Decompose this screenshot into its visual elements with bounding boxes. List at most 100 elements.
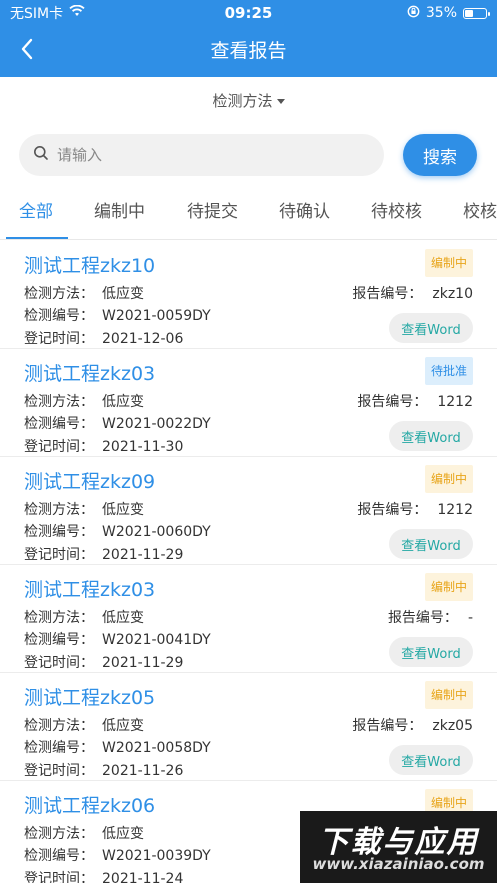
code-value: W2021-0039DY bbox=[102, 848, 211, 864]
date-row: 登记时间： 2021-11-24 bbox=[24, 868, 183, 883]
method-value: 低应变 bbox=[102, 394, 144, 410]
status-badge: 编制中 bbox=[424, 249, 473, 277]
status-badge: 编制中 bbox=[424, 681, 473, 709]
tab-all[interactable]: 全部 bbox=[19, 190, 53, 239]
watermark-url: www.xiazainiao.com bbox=[312, 855, 485, 873]
date-label: 登记时间： bbox=[24, 655, 94, 671]
clock: 09:25 bbox=[224, 4, 273, 22]
report-number-row: 报告编号： 1212 bbox=[357, 391, 473, 411]
date-row: 登记时间： 2021-11-29 bbox=[24, 652, 183, 672]
search-button[interactable]: 搜索 bbox=[403, 134, 477, 176]
date-value: 2021-12-06 bbox=[102, 331, 184, 347]
date-row: 登记时间： 2021-11-26 bbox=[24, 760, 183, 780]
code-row: 检测编号： W2021-0039DY bbox=[24, 845, 211, 865]
view-word-button[interactable]: 查看Word bbox=[389, 313, 473, 343]
search-icon bbox=[33, 145, 49, 165]
method-label: 检测方法： bbox=[24, 610, 94, 626]
search-box bbox=[19, 134, 384, 176]
date-label: 登记时间： bbox=[24, 763, 94, 779]
date-label: 登记时间： bbox=[24, 439, 94, 455]
report-title: 测试工程zkz03 bbox=[24, 363, 156, 385]
report-number-label: 报告编号： bbox=[352, 718, 423, 734]
view-word-button[interactable]: 查看Word bbox=[389, 421, 473, 451]
report-card[interactable]: 测试工程zkz05 编制中 检测方法： 低应变 报告编号： zkz05 检测编号： W… bbox=[0, 673, 497, 781]
method-row: 检测方法： 低应变 bbox=[24, 607, 144, 627]
method-label: 检测方法： bbox=[24, 286, 94, 302]
tab-check[interactable]: 校核 bbox=[463, 190, 497, 239]
date-value: 2021-11-30 bbox=[102, 439, 184, 455]
method-label: 检测方法： bbox=[24, 502, 94, 518]
tab-editing[interactable]: 编制中 bbox=[94, 190, 145, 239]
tab-pending-check[interactable]: 待校核 bbox=[371, 190, 422, 239]
code-row: 检测编号： W2021-0022DY bbox=[24, 413, 211, 433]
code-label: 检测编号： bbox=[24, 740, 94, 756]
status-badge: 编制中 bbox=[424, 465, 473, 493]
report-card[interactable]: 测试工程zkz09 编制中 检测方法： 低应变 报告编号： 1212 检测编号： W2… bbox=[0, 457, 497, 565]
report-title: 测试工程zkz03 bbox=[24, 579, 156, 601]
method-filter-dropdown[interactable]: 检测方法 bbox=[0, 77, 497, 123]
code-value: W2021-0060DY bbox=[102, 524, 211, 540]
report-card[interactable]: 测试工程zkz03 待批准 检测方法： 低应变 报告编号： 1212 检测编号： W2… bbox=[0, 349, 497, 457]
report-card[interactable]: 测试工程zkz03 编制中 检测方法： 低应变 报告编号： - 检测编号： W2021… bbox=[0, 565, 497, 673]
code-row: 检测编号： W2021-0060DY bbox=[24, 521, 211, 541]
method-row: 检测方法： 低应变 bbox=[24, 391, 144, 411]
method-label: 检测方法： bbox=[24, 826, 94, 842]
report-number-row: 报告编号： - bbox=[388, 607, 473, 627]
status-badge: 待批准 bbox=[424, 357, 473, 385]
date-label: 登记时间： bbox=[24, 547, 94, 563]
active-tab-indicator bbox=[6, 237, 68, 239]
report-number-label: 报告编号： bbox=[357, 502, 428, 518]
date-row: 登记时间： 2021-11-29 bbox=[24, 544, 183, 564]
code-label: 检测编号： bbox=[24, 524, 94, 540]
report-list: 测试工程zkz10 编制中 检测方法： 低应变 报告编号： zkz10 检测编号： W… bbox=[0, 241, 497, 883]
method-row: 检测方法： 低应变 bbox=[24, 283, 144, 303]
date-value: 2021-11-29 bbox=[102, 655, 184, 671]
search-input[interactable] bbox=[57, 146, 357, 164]
status-tabs: 全部 编制中 待提交 待确认 待校核 校核 bbox=[0, 190, 497, 240]
view-word-button[interactable]: 查看Word bbox=[389, 637, 473, 667]
code-label: 检测编号： bbox=[24, 848, 94, 864]
date-value: 2021-11-26 bbox=[102, 763, 184, 779]
status-bar: 无SIM卡 09:25 35% bbox=[0, 0, 497, 26]
method-value: 低应变 bbox=[102, 286, 144, 302]
method-row: 检测方法： 低应变 bbox=[24, 499, 144, 519]
code-label: 检测编号： bbox=[24, 308, 94, 324]
report-number-label: 报告编号： bbox=[352, 286, 423, 302]
battery-icon bbox=[463, 7, 490, 19]
report-card[interactable]: 测试工程zkz10 编制中 检测方法： 低应变 报告编号： zkz10 检测编号： W… bbox=[0, 241, 497, 349]
date-value: 2021-11-29 bbox=[102, 547, 184, 563]
view-word-button[interactable]: 查看Word bbox=[389, 745, 473, 775]
code-value: W2021-0022DY bbox=[102, 416, 211, 432]
search-row: 搜索 bbox=[0, 128, 497, 184]
report-number-value: - bbox=[467, 610, 473, 626]
code-row: 检测编号： W2021-0041DY bbox=[24, 629, 211, 649]
report-title: 测试工程zkz10 bbox=[24, 255, 156, 277]
report-number-value: 1212 bbox=[437, 502, 473, 518]
report-number-value: zkz10 bbox=[432, 286, 473, 302]
method-row: 检测方法： 低应变 bbox=[24, 715, 144, 735]
report-number-row: 报告编号： zkz05 bbox=[352, 715, 473, 735]
page-title: 查看报告 bbox=[210, 40, 287, 62]
code-row: 检测编号： W2021-0058DY bbox=[24, 737, 211, 757]
date-label: 登记时间： bbox=[24, 331, 94, 347]
status-badge: 编制中 bbox=[424, 573, 473, 601]
code-value: W2021-0059DY bbox=[102, 308, 211, 324]
report-number-label: 报告编号： bbox=[387, 610, 458, 626]
tab-pending-submit[interactable]: 待提交 bbox=[187, 190, 238, 239]
code-value: W2021-0041DY bbox=[102, 632, 211, 648]
method-label: 检测方法： bbox=[24, 394, 94, 410]
tab-pending-confirm[interactable]: 待确认 bbox=[279, 190, 330, 239]
caret-down-icon bbox=[276, 98, 285, 104]
report-title: 测试工程zkz05 bbox=[24, 687, 156, 709]
report-number-row: 报告编号： 1212 bbox=[357, 499, 473, 519]
method-value: 低应变 bbox=[102, 826, 144, 842]
date-row: 登记时间： 2021-12-06 bbox=[24, 328, 183, 348]
code-label: 检测编号： bbox=[24, 632, 94, 648]
view-word-button[interactable]: 查看Word bbox=[389, 529, 473, 559]
date-value: 2021-11-24 bbox=[102, 871, 184, 883]
method-value: 低应变 bbox=[102, 502, 144, 518]
code-value: W2021-0058DY bbox=[102, 740, 211, 756]
method-row: 检测方法： 低应变 bbox=[24, 823, 144, 843]
method-value: 低应变 bbox=[102, 718, 144, 734]
watermark-logo: 下载与应用 www.xiazainiao.com bbox=[300, 811, 497, 883]
